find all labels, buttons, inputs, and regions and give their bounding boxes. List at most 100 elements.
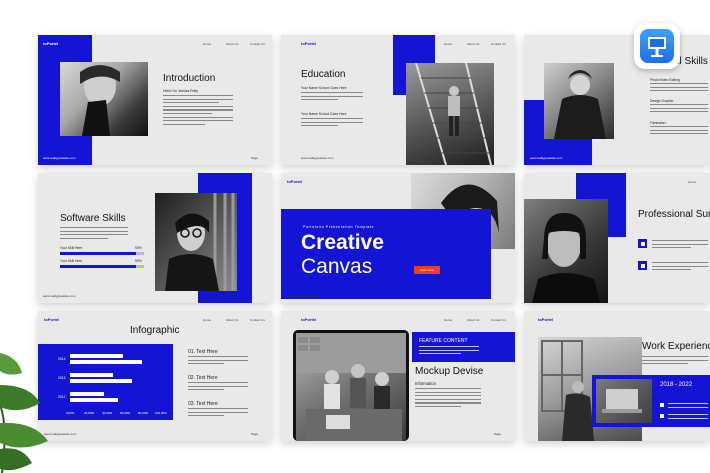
axis-label-2: 20,00%: [84, 411, 95, 415]
body-text: [415, 388, 481, 410]
page-label: Page: [251, 156, 259, 160]
info-bar: [70, 392, 104, 396]
nav-contact[interactable]: Contact Us: [491, 318, 506, 322]
site-url[interactable]: www.reallygreatsite.com: [301, 156, 333, 160]
nav-home[interactable]: Home: [203, 318, 211, 322]
info-bar: [70, 379, 132, 383]
skill-text-3: [650, 126, 708, 137]
brand-logo: toPortel: [44, 317, 60, 322]
podium-icon: [648, 37, 666, 57]
page-label: Page: [251, 432, 259, 436]
slide-mockup[interactable]: toPortel Home About Us Contact Us FEATUR…: [281, 311, 515, 441]
brand-logo: toPortel: [43, 41, 59, 46]
team-photo: [296, 333, 406, 441]
school-text-2: [301, 118, 363, 129]
skill-text-1: [650, 83, 708, 94]
feature-text: [419, 346, 479, 357]
slide-work-experience[interactable]: toPortel Work Experience 2018 - 2022: [524, 311, 710, 441]
slide-subtitle: Hello! I'm Jessica Rotty: [163, 89, 199, 93]
nav-about[interactable]: About Us: [467, 42, 479, 46]
feature-label: FEATURE CONTENT: [419, 338, 468, 344]
portrait-figure: [80, 65, 120, 136]
site-url[interactable]: www.reallygreatsite.com: [43, 156, 75, 160]
nav-home[interactable]: Home: [444, 42, 452, 46]
info-item-3: 03. Text Here: [188, 401, 218, 407]
slide-introduction[interactable]: toPortel Home About Us Contact Us Introd…: [38, 35, 272, 165]
nav-home[interactable]: Home: [203, 42, 211, 46]
experience-bullet-2: [660, 414, 664, 418]
slide-software-skills[interactable]: Software Skills Your Skill Here 90% Your…: [38, 173, 272, 303]
slide-title: Introduction: [163, 73, 216, 84]
slide-title: Software Skills: [60, 213, 126, 224]
escalator-figure: [415, 63, 492, 165]
slide-professional-summary[interactable]: Home Professional Sum: [524, 173, 710, 303]
site-url[interactable]: www.reallygreatsite.com: [43, 294, 75, 298]
cover-tagline: Portofolio Presentation Template: [303, 225, 375, 229]
body-text: [642, 356, 708, 367]
school-name-1: Your Name School Goes Here: [301, 86, 347, 90]
site-url[interactable]: www.reallygreatsite.com: [287, 294, 319, 298]
skill-item-2: Design Graphic: [650, 99, 674, 103]
tablet-mockup: [293, 330, 409, 441]
school-name-2: Your Name School Goes Here: [301, 112, 347, 116]
slide-title: Education: [301, 69, 346, 80]
portrait-photo: [60, 62, 148, 136]
portrait-figure: [554, 70, 606, 139]
escalator-photo: [406, 63, 494, 165]
nav-home[interactable]: Home: [688, 180, 696, 184]
experience-text-1: [668, 403, 708, 410]
slide-title: Mockup Devise: [415, 366, 484, 377]
skill-bar-1-label: Your Skill Here: [60, 246, 83, 250]
info-item-2: 02. Text Here: [188, 375, 218, 381]
year-label-1: 2014: [58, 357, 66, 361]
experience-bullet-1: [660, 403, 664, 407]
axis-label-1: 0,00%: [66, 411, 75, 415]
school-text-1: [301, 92, 363, 103]
cover-title-line-2: Canvas: [301, 255, 373, 278]
info-item-1: 01. Text Here: [188, 349, 218, 355]
brand-logo: toPortel: [301, 41, 317, 46]
info-text-3: [188, 408, 248, 419]
nav-home[interactable]: Home: [444, 318, 452, 322]
laptop-photo: [596, 379, 652, 423]
nav-about[interactable]: About Us: [226, 318, 238, 322]
slide-skills[interactable]: al Skills Photo/Video Editing Design Gra…: [524, 35, 710, 165]
portrait-figure: [532, 213, 600, 303]
page-label: Page: [494, 432, 502, 436]
bar-chart: [70, 354, 166, 406]
slide-subtitle: Information: [415, 381, 436, 386]
slide-cover[interactable]: toPortel Portofolio Presentation Templat…: [281, 173, 515, 303]
slide-title: Work Experience: [642, 341, 710, 352]
nav-contact[interactable]: Contact Us: [250, 318, 265, 322]
summary-text-1: [652, 240, 708, 251]
brand-logo: toPortel: [301, 317, 317, 322]
portrait-photo: [524, 199, 608, 303]
skill-bar-2-fill: [60, 265, 136, 268]
slide-education[interactable]: toPortel Home About Us Contact Us Educat…: [281, 35, 515, 165]
body-text: [163, 95, 233, 127]
start-button[interactable]: Start Here: [414, 266, 440, 274]
plant-decoration: [0, 353, 48, 473]
info-bar: [70, 354, 123, 358]
skill-bar-2: [60, 265, 144, 268]
nav-about[interactable]: About Us: [467, 318, 479, 322]
summary-icon-2: [638, 261, 647, 270]
info-bar: [70, 398, 118, 402]
nav-contact[interactable]: Contact Us: [250, 42, 265, 46]
slide-title: Professional Sum: [638, 209, 710, 220]
info-bar: [70, 360, 142, 364]
skill-bar-2-label: Your Skill Here: [60, 259, 83, 263]
skill-bar-2-value: 90%: [135, 259, 142, 263]
slide-infographic[interactable]: toPortel Home About Us Contact Us Infogr…: [38, 311, 272, 441]
summary-icon-1: [638, 239, 647, 248]
team-figures: [296, 333, 406, 441]
axis-label-5: 80,00%: [138, 411, 149, 415]
nav-about[interactable]: About Us: [226, 42, 238, 46]
nav-contact[interactable]: Contact Us: [491, 42, 506, 46]
keynote-icon[interactable]: [634, 23, 680, 69]
cover-title-line-1: Creative: [301, 231, 384, 254]
site-url[interactable]: www.reallygreatsite.com: [530, 156, 562, 160]
skill-bar-1-fill: [60, 252, 136, 255]
skill-item-1: Photo/Video Editing: [650, 78, 680, 82]
info-text-1: [188, 356, 248, 367]
